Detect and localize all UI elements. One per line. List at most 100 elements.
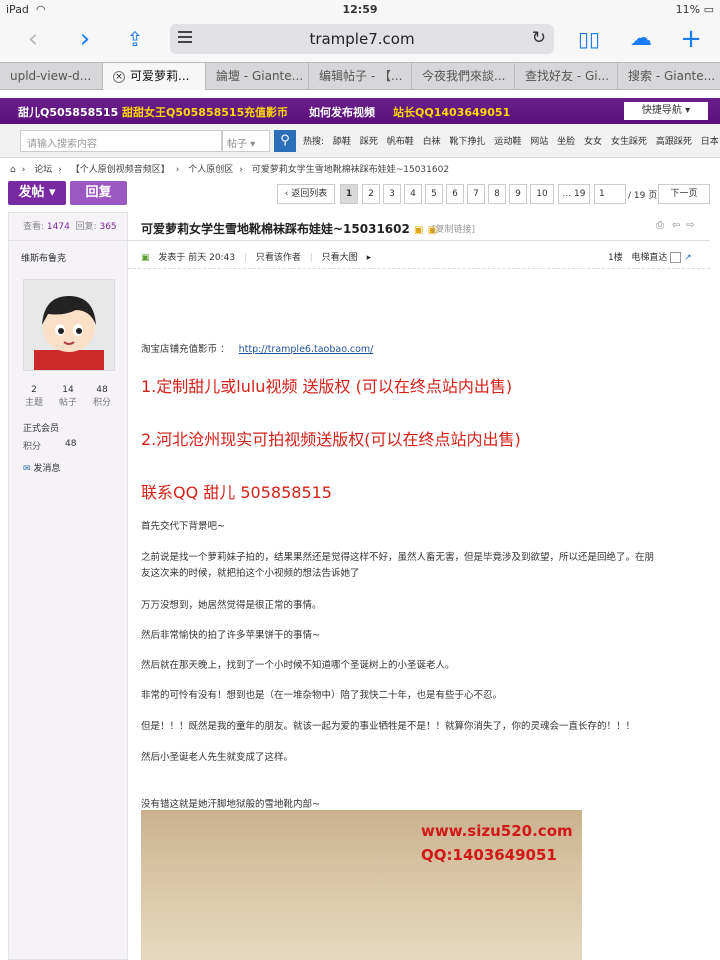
hot-tag[interactable]: 网站 bbox=[530, 137, 548, 147]
stat-posts[interactable]: 14 帖子 bbox=[53, 385, 83, 408]
stat-threads[interactable]: 2 主题 bbox=[19, 385, 49, 408]
hot-tag[interactable]: 高跟踩死 bbox=[656, 137, 692, 147]
browser-tab-active[interactable]: × 可爱萝莉... bbox=[103, 63, 206, 90]
author-sidebar: 查看: 1474 回复: 365 维斯布鲁克 2 主题 14 帖子 48 积分 正式会… bbox=[8, 212, 129, 960]
jump-go-icon[interactable]: ↗ bbox=[684, 253, 692, 263]
nav-link-recharge[interactable]: 充值影币 bbox=[244, 104, 288, 120]
nav-link-publish-video[interactable]: 如何发布视频 bbox=[309, 104, 375, 120]
page-3[interactable]: 3 bbox=[383, 184, 401, 204]
browser-tab[interactable]: 論壇 - Giante... bbox=[206, 63, 309, 90]
tab-label: 查找好友 - Gi... bbox=[525, 69, 610, 83]
breadcrumb-subsection[interactable]: 个人原创区 bbox=[188, 165, 233, 175]
page-6[interactable]: 6 bbox=[446, 184, 464, 204]
points-label: 积分 bbox=[23, 442, 42, 452]
url-text: trample7.com bbox=[309, 30, 415, 48]
reply-button[interactable]: 回复 bbox=[70, 181, 127, 205]
hot-tag[interactable]: 女女 bbox=[584, 137, 602, 147]
points-value: 48 bbox=[65, 439, 77, 449]
stat-label: 帖子 bbox=[58, 398, 77, 408]
search-button[interactable]: ⚲ bbox=[274, 130, 296, 152]
post-image[interactable]: www.sizu520.com QQ:1403649051 bbox=[141, 810, 582, 960]
page-9[interactable]: 9 bbox=[509, 184, 527, 204]
page-5[interactable]: 5 bbox=[425, 184, 443, 204]
forward-arrow-icon[interactable]: › bbox=[70, 24, 100, 54]
shop-link[interactable]: http://trample6.taobao.com/ bbox=[239, 344, 374, 355]
browser-tab[interactable]: 搜索 - Giante... bbox=[618, 63, 720, 90]
elevator-jump-label: 电梯直达 bbox=[631, 253, 668, 263]
hot-search-tags: 热搜: 舔鞋 踩死 帆布鞋 白袜 靴下挣扎 运动鞋 网站 坐脸 女女 女生踩死 … bbox=[303, 134, 720, 147]
page-jump-input[interactable]: 1 bbox=[594, 184, 626, 204]
hot-tag[interactable]: 踩死 bbox=[360, 137, 378, 147]
avatar[interactable] bbox=[23, 279, 115, 371]
page-1[interactable]: 1 bbox=[340, 184, 358, 204]
hot-tag[interactable]: 白袜 bbox=[423, 137, 441, 147]
bookmarks-icon[interactable]: ▯▯ bbox=[574, 24, 604, 54]
breadcrumb-section[interactable]: 【个人原创视频音频区】 bbox=[71, 165, 170, 175]
hot-tag[interactable]: 舔鞋 bbox=[333, 137, 351, 147]
only-author-link[interactable]: 只看该作者 bbox=[256, 253, 301, 263]
nav-link-tianer[interactable]: 甜儿Q505858515 bbox=[18, 104, 118, 120]
only-big-image-link[interactable]: 只看大图 bbox=[322, 253, 358, 263]
contact-line: 联系QQ 甜儿 505858515 bbox=[141, 483, 332, 502]
post-paragraph: 然后就在那天晚上，找到了一个小时候不知道哪个圣诞树上的小圣诞老人。 bbox=[141, 660, 455, 671]
page-8[interactable]: 8 bbox=[488, 184, 506, 204]
send-message-label: 发消息 bbox=[33, 464, 61, 474]
search-input[interactable]: 请输入搜索内容 bbox=[20, 130, 222, 152]
prev-thread-icon[interactable]: ⇦ bbox=[672, 220, 680, 231]
send-message-link[interactable]: ✉ 发消息 bbox=[23, 461, 60, 474]
new-post-button[interactable]: 发帖 ▾ bbox=[8, 181, 66, 205]
print-icon[interactable]: ⎙ bbox=[656, 220, 664, 231]
browser-tab[interactable]: 查找好友 - Gi... bbox=[515, 63, 618, 90]
next-page-button[interactable]: 下一页 bbox=[658, 184, 710, 204]
hot-tag[interactable]: 坐脸 bbox=[557, 137, 575, 147]
breadcrumb-thread[interactable]: 可爱萝莉女学生雪地靴棉袜踩布娃娃~15031602 bbox=[252, 165, 449, 175]
new-tab-icon[interactable]: + bbox=[676, 24, 706, 54]
online-status-icon: ▣ bbox=[141, 253, 150, 263]
stat-value: 2 bbox=[31, 385, 37, 395]
hot-tag[interactable]: 帆布鞋 bbox=[387, 137, 414, 147]
page-7[interactable]: 7 bbox=[467, 184, 485, 204]
tab-label: 编辑帖子 - 【... bbox=[319, 69, 403, 83]
floor-jump-input[interactable] bbox=[670, 252, 682, 263]
tab-bar: upld-view-d... × 可爱萝莉... 論壇 - Giante... 编… bbox=[0, 62, 720, 90]
post-paragraph: 然后非常愉快的拍了许多苹果饼干的事情~ bbox=[141, 630, 320, 641]
hot-tag[interactable]: 日本 bbox=[701, 137, 719, 147]
search-icon: ⚲ bbox=[280, 133, 290, 148]
icloud-tabs-icon[interactable]: ☁ bbox=[626, 24, 656, 54]
stat-points[interactable]: 48 积分 bbox=[87, 385, 117, 408]
page-last[interactable]: ... 19 bbox=[558, 184, 590, 204]
reload-icon[interactable]: ↻ bbox=[532, 28, 546, 48]
breadcrumb-forum[interactable]: 论坛 bbox=[34, 165, 52, 175]
back-arrow-icon[interactable]: ‹ bbox=[18, 24, 48, 54]
hot-tag[interactable]: 靴下挣扎 bbox=[449, 137, 485, 147]
back-to-list-button[interactable]: ‹ 返回列表 bbox=[277, 184, 335, 204]
home-icon[interactable]: ⌂ bbox=[10, 165, 16, 175]
post-paragraph: 然后小圣诞老人先生就变成了这样。 bbox=[141, 752, 294, 763]
copy-link[interactable]: [复制链接] bbox=[432, 222, 475, 235]
author-name[interactable]: 维斯布鲁克 bbox=[21, 251, 66, 264]
search-type-select[interactable]: 帖子 ▾ bbox=[222, 130, 270, 152]
nav-link-admin-qq[interactable]: 站长QQ1403649051 bbox=[393, 104, 510, 120]
browser-tab[interactable]: upld-view-d... bbox=[0, 63, 103, 90]
next-thread-icon[interactable]: ⇨ bbox=[686, 220, 694, 231]
stat-label: 积分 bbox=[92, 398, 111, 408]
reply-label: 回复 bbox=[85, 185, 112, 200]
tab-label: 可爱萝莉... bbox=[130, 69, 190, 83]
page-4[interactable]: 4 bbox=[404, 184, 422, 204]
hot-tag[interactable]: 女生踩死 bbox=[611, 137, 647, 147]
watermark-url: www.sizu520.com bbox=[421, 822, 573, 840]
share-icon[interactable]: ⇪ bbox=[120, 24, 150, 54]
close-tab-icon[interactable]: × bbox=[113, 70, 125, 83]
address-bar[interactable]: trample7.com ↻ bbox=[170, 24, 554, 54]
quick-nav-dropdown[interactable]: 快捷导航 ▾ bbox=[624, 102, 708, 120]
views-label: 查看: bbox=[23, 222, 45, 232]
browser-tab[interactable]: 今夜我們來談... bbox=[412, 63, 515, 90]
page-10[interactable]: 10 bbox=[530, 184, 554, 204]
hot-tag[interactable]: 运动鞋 bbox=[494, 137, 521, 147]
browser-tab[interactable]: 编辑帖子 - 【... bbox=[309, 63, 412, 90]
tab-label: upld-view-d... bbox=[10, 69, 92, 83]
nav-link-queen[interactable]: 甜甜女王Q505858515 bbox=[122, 104, 244, 120]
page-2[interactable]: 2 bbox=[362, 184, 380, 204]
chevron-down-icon: ▾ bbox=[250, 139, 256, 150]
battery-indicator: 11% ▭ bbox=[675, 3, 714, 16]
